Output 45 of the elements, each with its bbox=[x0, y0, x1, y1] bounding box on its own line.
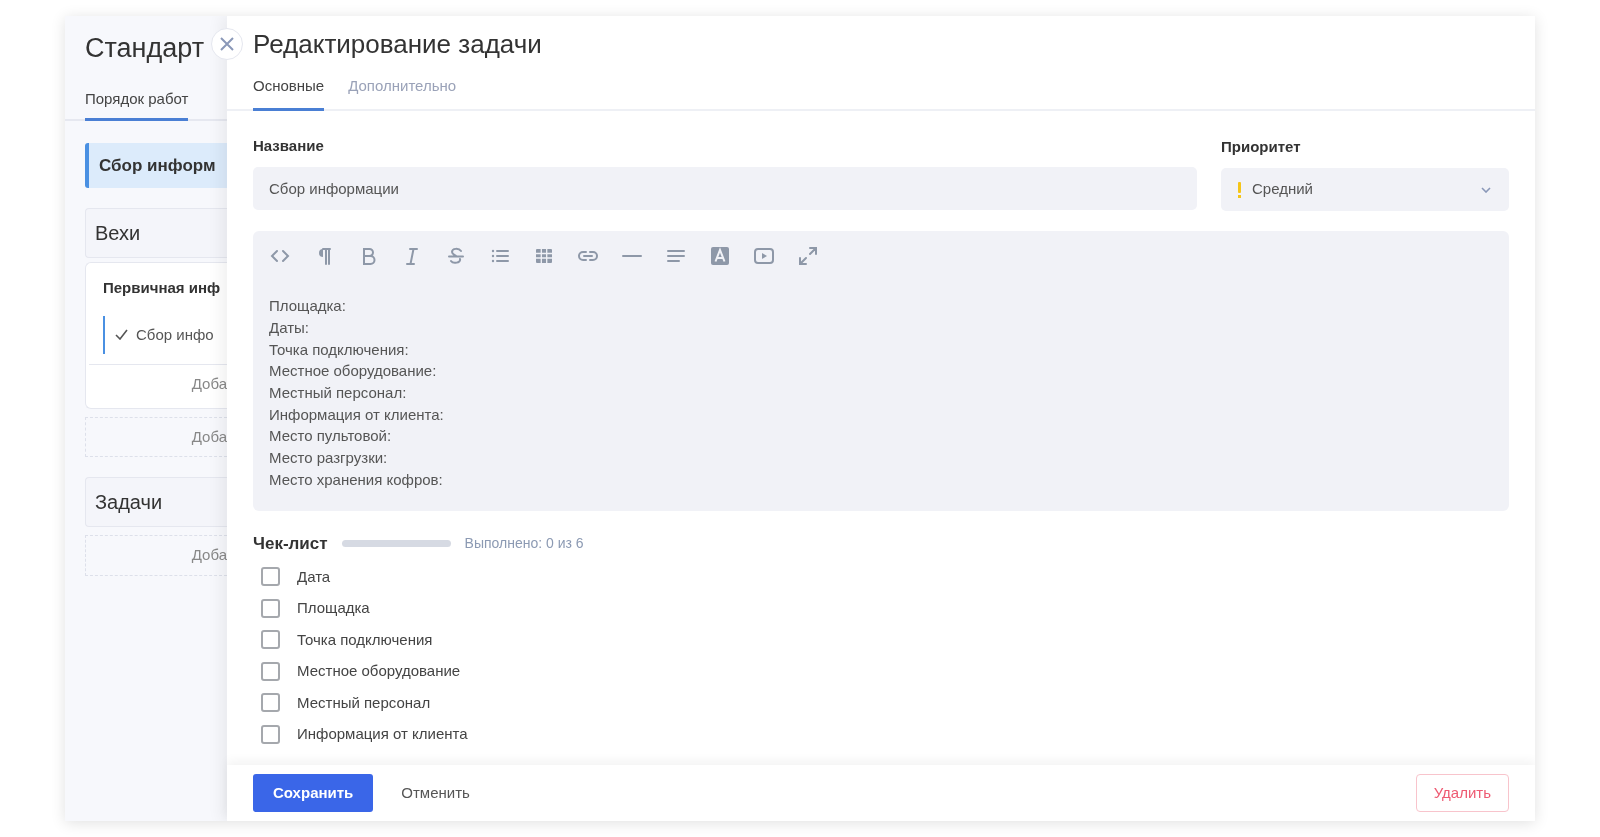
progress-text: Выполнено: 0 из 6 bbox=[464, 534, 584, 554]
editor-line: Площадка: bbox=[269, 296, 347, 317]
save-button[interactable]: Сохранить bbox=[253, 774, 374, 812]
checklist-item-label: Местный персонал bbox=[297, 692, 431, 713]
stage-item[interactable]: Сбор информ bbox=[85, 142, 227, 188]
editor-line: Точка подключения: bbox=[269, 339, 410, 360]
name-input[interactable]: Сбор информации bbox=[253, 167, 1197, 211]
checkbox[interactable] bbox=[261, 693, 280, 713]
panel-title: Стандарт bbox=[85, 32, 206, 65]
checkbox[interactable] bbox=[261, 598, 280, 618]
editor-line: Местный персонал: bbox=[269, 383, 408, 403]
editor-line: Местное оборудование: bbox=[269, 361, 438, 382]
tab[interactable]: Основные bbox=[253, 75, 325, 111]
checkbox[interactable] bbox=[261, 567, 280, 587]
field-label: Приоритет bbox=[1221, 136, 1302, 157]
editor-line: Даты: bbox=[269, 317, 310, 338]
chevron-down-icon bbox=[1481, 186, 1491, 193]
milestone-title: Первичная инф bbox=[102, 278, 222, 298]
checklist-item-label: Местное оборудование bbox=[297, 661, 461, 682]
section-header: Задачи bbox=[85, 477, 227, 527]
task-title[interactable]: Сбор инфо bbox=[136, 323, 214, 346]
checklist-item-label: Информация от клиента bbox=[297, 724, 468, 745]
priority-select[interactable]: Средний bbox=[1221, 168, 1509, 212]
editor-line: Место пультовой: bbox=[269, 426, 393, 447]
close-icon bbox=[219, 36, 235, 52]
text-color-icon[interactable] bbox=[709, 245, 731, 268]
checklist-title: Чек-лист bbox=[253, 533, 328, 556]
checklist-item-label: Площадка bbox=[297, 598, 370, 619]
field-label: Название bbox=[253, 135, 325, 156]
dialog-title: Редактирование задачи bbox=[253, 29, 543, 61]
text-editor[interactable]: Площадка: Даты: Точка подключения: Местное оборудование: Местный персонал: Информация от клиента: Место пультовой: Место разгрузки: Место хранения кофров: bbox=[253, 231, 1509, 512]
checklist-item-label: Точка подключения bbox=[297, 629, 433, 650]
fullscreen-icon[interactable] bbox=[797, 245, 819, 268]
tab[interactable]: Порядок работ bbox=[85, 87, 189, 121]
editor-line: Место разгрузки: bbox=[269, 448, 389, 469]
checkbox[interactable] bbox=[261, 661, 280, 681]
cancel-button[interactable]: Отменить bbox=[383, 781, 488, 805]
section-header: Вехи bbox=[85, 208, 227, 258]
editor-line: Информация от клиента: bbox=[269, 404, 445, 425]
checkbox[interactable] bbox=[261, 630, 280, 650]
editor-line: Место хранения кофров: bbox=[269, 469, 444, 490]
close-button[interactable] bbox=[211, 28, 243, 60]
exclamation-icon bbox=[1237, 181, 1242, 198]
checklist-item-label: Дата bbox=[297, 566, 331, 587]
checkbox[interactable] bbox=[261, 724, 280, 744]
